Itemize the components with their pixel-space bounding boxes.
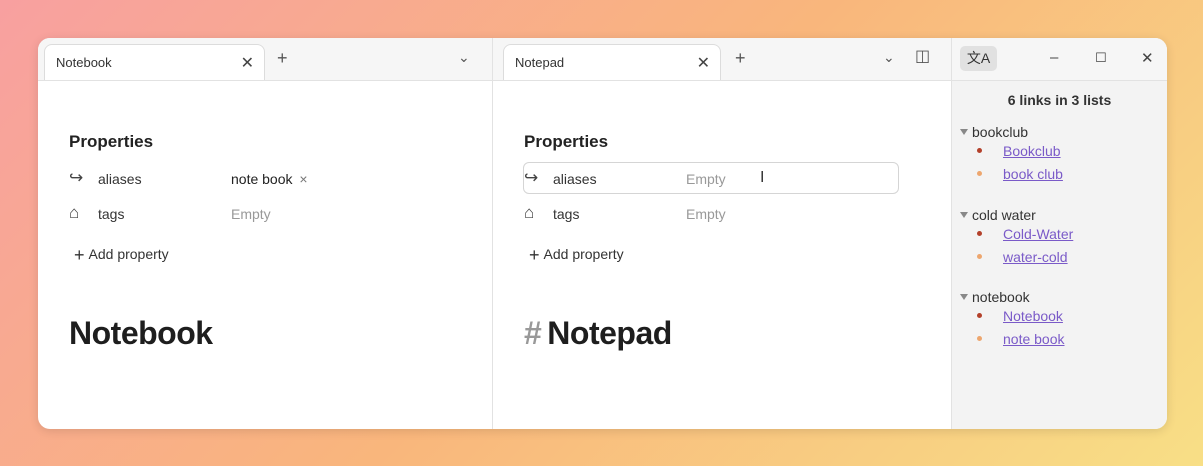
property-key: tags	[98, 206, 125, 222]
link-group-bookclub: bookclub Bookclub book club	[960, 124, 1160, 186]
list-item: Bookclub	[960, 140, 1160, 163]
link[interactable]: Cold-Water	[1003, 226, 1073, 242]
chevron-down-icon[interactable]: ⌄	[883, 50, 895, 64]
link[interactable]: Notebook	[1003, 308, 1063, 324]
maximize-icon[interactable]: ☐	[1095, 50, 1107, 66]
list-item: water-cold	[960, 246, 1160, 269]
middle-tab-bar: Notepad ✕ + ⌄ ◫	[493, 38, 951, 81]
property-value[interactable]: note book ×	[231, 171, 308, 187]
link[interactable]: water-cold	[1003, 249, 1068, 265]
arrow-forward-icon: ↪	[524, 168, 539, 187]
tags-icon: ⌂	[69, 203, 80, 222]
new-tab-plus-icon[interactable]: +	[735, 49, 746, 67]
add-property-label: Add property	[543, 246, 624, 262]
plus-icon: +	[529, 245, 540, 265]
bullet-icon	[977, 313, 982, 318]
note-title[interactable]: # Notepad	[524, 315, 672, 352]
tab-notebook[interactable]: Notebook ✕	[44, 44, 265, 80]
link-group-notebook: notebook Notebook note book	[960, 289, 1160, 351]
note-title-text: Notepad	[547, 315, 672, 351]
link-group-cold-water: cold water Cold-Water water-cold	[960, 207, 1160, 269]
group-title[interactable]: notebook	[960, 289, 1160, 305]
close-icon[interactable]: ✕	[697, 53, 710, 73]
property-value[interactable]: Empty	[231, 206, 271, 222]
link[interactable]: note book	[1003, 331, 1065, 347]
group-title[interactable]: bookclub	[960, 124, 1160, 140]
tags-icon: ⌂	[524, 203, 535, 222]
property-key: tags	[553, 206, 580, 222]
text-cursor-icon: I	[760, 169, 765, 186]
window-close-icon[interactable]: ✕	[1141, 49, 1154, 67]
properties-heading: Properties	[524, 132, 609, 151]
add-property-button[interactable]: + Add property	[529, 245, 624, 266]
list-item: Cold-Water	[960, 223, 1160, 246]
remove-alias-icon[interactable]: ×	[299, 171, 307, 187]
tab-title: Notepad	[515, 55, 565, 70]
new-tab-plus-icon[interactable]: +	[277, 49, 288, 67]
bullet-icon	[977, 231, 982, 236]
alias-chip-text: note book	[231, 171, 293, 187]
list-item: note book	[960, 328, 1160, 351]
heading-hash-marker: #	[524, 315, 542, 351]
bullet-icon	[977, 336, 982, 341]
bullet-icon	[977, 171, 982, 176]
bullet-icon	[977, 148, 982, 153]
link[interactable]: book club	[1003, 166, 1063, 182]
tab-notepad[interactable]: Notepad ✕	[503, 44, 721, 80]
property-key: aliases	[98, 171, 142, 187]
bullet-icon	[977, 254, 982, 259]
links-summary: 6 links in 3 lists	[1007, 92, 1112, 108]
plus-icon: +	[74, 245, 85, 265]
close-icon[interactable]: ✕	[241, 53, 254, 73]
property-row-tags[interactable]: ⌂ tags Empty	[69, 198, 469, 230]
property-row-aliases[interactable]: ↪ aliases Empty I	[524, 163, 924, 195]
sidebar-header: 文A – ☐ ✕	[952, 38, 1167, 81]
minimize-icon[interactable]: –	[1050, 49, 1058, 66]
add-property-label: Add property	[88, 246, 169, 262]
group-title[interactable]: cold water	[960, 207, 1160, 223]
property-row-aliases[interactable]: ↪ aliases note book ×	[69, 163, 469, 195]
property-key: aliases	[553, 171, 597, 187]
add-property-button[interactable]: + Add property	[74, 245, 169, 266]
left-tab-bar: Notebook ✕ + ⌄	[38, 38, 492, 81]
left-pane: Notebook ✕ + ⌄ Properties ↪ aliases note…	[38, 38, 493, 429]
property-value[interactable]: Empty	[686, 171, 726, 187]
list-item: book club	[960, 163, 1160, 186]
property-value[interactable]: Empty	[686, 206, 726, 222]
tab-title: Notebook	[56, 55, 112, 70]
property-row-tags[interactable]: ⌂ tags Empty	[524, 198, 924, 230]
chevron-down-icon[interactable]: ⌄	[458, 50, 470, 64]
sidebar-toggle-icon[interactable]: ◫	[915, 49, 930, 65]
properties-heading: Properties	[69, 132, 154, 151]
middle-pane: Notepad ✕ + ⌄ ◫ Properties ↪ aliases Emp…	[493, 38, 952, 429]
link[interactable]: Bookclub	[1003, 143, 1061, 159]
app-window: Notebook ✕ + ⌄ Properties ↪ aliases note…	[38, 38, 1167, 429]
note-title[interactable]: Notebook	[69, 315, 213, 352]
list-item: Notebook	[960, 305, 1160, 328]
arrow-forward-icon: ↪	[69, 168, 84, 187]
right-sidebar: 文A – ☐ ✕ 6 links in 3 lists bookclub Boo…	[952, 38, 1167, 429]
translate-icon[interactable]: 文A	[960, 46, 997, 71]
